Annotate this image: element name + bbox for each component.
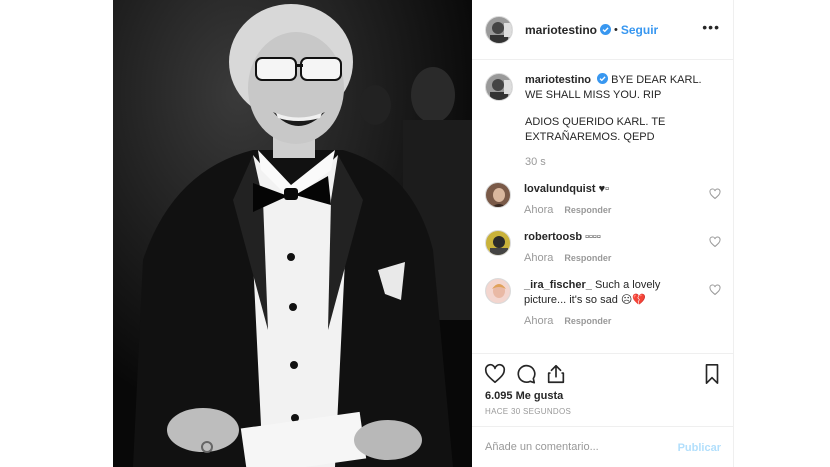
caption-username[interactable]: mariotestino xyxy=(525,74,591,86)
comment-time[interactable]: Ahora xyxy=(524,251,553,266)
comment-time[interactable]: Ahora xyxy=(524,314,553,329)
bookmark-icon[interactable] xyxy=(701,363,723,385)
share-icon[interactable] xyxy=(545,363,567,385)
follow-button[interactable]: Seguir xyxy=(621,23,658,37)
commenter-avatar[interactable] xyxy=(485,230,511,256)
verified-badge-icon xyxy=(597,73,609,84)
commenter-avatar[interactable] xyxy=(485,182,511,208)
post-side-panel: mariotestino • Seguir ••• mariotestino B… xyxy=(472,0,734,467)
karl-portrait-image xyxy=(113,0,472,467)
comment-like-heart-icon[interactable] xyxy=(709,284,721,296)
reply-button[interactable]: Responder xyxy=(564,203,611,218)
post-caption: mariotestino BYE DEAR KARL. WE SHALL MIS… xyxy=(485,73,721,170)
comment-item: robertoosb ▫▫▫▫ Ahora Responder xyxy=(485,230,721,266)
comment-username[interactable]: _ira_fischer_ xyxy=(524,279,592,291)
heart-icon[interactable] xyxy=(484,363,506,385)
comment-input[interactable] xyxy=(485,441,675,453)
comment-item: _ira_fischer_ Such a lovely picture... i… xyxy=(485,278,721,329)
comment-text: ▫▫▫▫ xyxy=(585,231,601,243)
comment-icon[interactable] xyxy=(515,363,537,385)
caption-text-2: ADIOS QUERIDO KARL. TE EXTRAÑAREMOS. QEP… xyxy=(525,116,666,143)
author-username[interactable]: mariotestino xyxy=(525,23,597,37)
comment-time[interactable]: Ahora xyxy=(524,203,553,218)
caption-time[interactable]: 30 s xyxy=(525,155,715,170)
comment-username[interactable]: lovalundquist xyxy=(524,183,596,195)
reply-button[interactable]: Responder xyxy=(564,314,611,329)
comment-text: ♥▫ xyxy=(598,183,609,195)
caption-author-avatar[interactable] xyxy=(485,73,513,101)
comments-list[interactable]: mariotestino BYE DEAR KARL. WE SHALL MIS… xyxy=(472,60,734,353)
post-photo[interactable] xyxy=(113,0,472,467)
add-comment-bar: Publicar xyxy=(472,426,734,467)
post-actions-bar xyxy=(472,353,734,391)
author-avatar[interactable] xyxy=(485,15,513,44)
comment-username[interactable]: robertoosb xyxy=(524,231,582,243)
header-separator: • xyxy=(614,23,618,36)
verified-badge-icon xyxy=(600,24,612,35)
comment-like-heart-icon[interactable] xyxy=(709,236,721,248)
comment-item: lovalundquist ♥▫ Ahora Responder xyxy=(485,182,721,218)
post-timestamp: HACE 30 SEGUNDOS xyxy=(485,407,572,416)
more-options-icon[interactable]: ••• xyxy=(702,20,720,34)
post-header: mariotestino • Seguir ••• xyxy=(472,0,734,60)
reply-button[interactable]: Responder xyxy=(564,251,611,266)
likes-count[interactable]: 6.095 Me gusta xyxy=(485,390,563,402)
publish-button[interactable]: Publicar xyxy=(678,442,721,454)
comment-like-heart-icon[interactable] xyxy=(709,188,721,200)
commenter-avatar[interactable] xyxy=(485,278,511,304)
